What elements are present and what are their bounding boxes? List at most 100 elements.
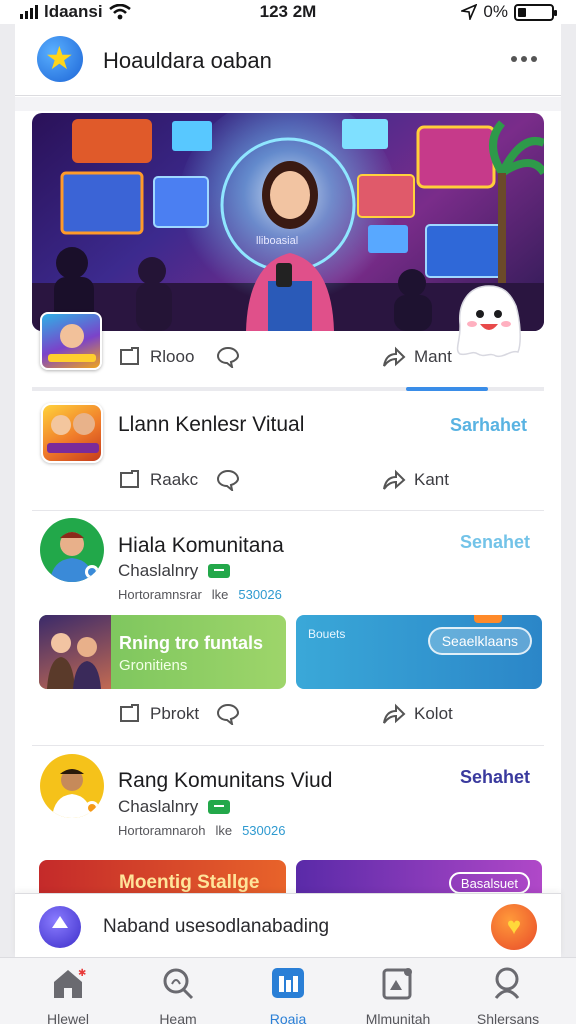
item-meta-mid: lke xyxy=(215,823,233,838)
location-arrow-icon xyxy=(461,4,478,20)
promo-title: Moentig Stallge xyxy=(119,872,260,893)
upload-icon[interactable] xyxy=(39,906,81,948)
item-bookmark-button[interactable]: Raakc xyxy=(118,469,198,491)
promo-title: Rning tro funtals xyxy=(119,633,263,653)
bookmark-icon xyxy=(120,470,139,488)
share-icon xyxy=(383,703,406,724)
search-chat-icon xyxy=(163,968,194,1000)
heart-icon[interactable]: ♥ xyxy=(491,904,537,950)
item-actions: Raakc Kant xyxy=(118,469,478,495)
comment-icon xyxy=(216,469,240,491)
item-share-label: Kant xyxy=(414,470,449,489)
share-icon xyxy=(383,469,406,490)
game-thumbnail[interactable] xyxy=(41,403,103,463)
nav-label: Roaia xyxy=(269,1011,307,1024)
hero-bookmark-button[interactable]: Rlooo xyxy=(118,346,194,368)
banner-action-label: Pbrokt xyxy=(150,704,200,723)
more-dots-icon[interactable] xyxy=(507,44,541,74)
hero-action-label: Rlooo xyxy=(150,347,195,366)
nav-search[interactable]: Heam xyxy=(128,966,228,1024)
home-icon: ✱ xyxy=(54,968,86,998)
item-title[interactable]: Hiala Komunitana xyxy=(118,534,284,558)
bookmark-icon xyxy=(120,704,139,722)
item-subtitle: Chaslalnry xyxy=(118,797,231,817)
nav-feed[interactable]: Roaia xyxy=(238,966,338,1024)
item-meta: Hortoramnsrar lke 530026 xyxy=(118,587,282,602)
comment-icon xyxy=(216,703,240,725)
header-gap xyxy=(15,97,561,111)
nav-label: Hlewel xyxy=(46,1011,89,1024)
nav-label: Shlersans xyxy=(476,1011,540,1024)
hero-share-label: Mant xyxy=(414,347,452,366)
hero-share-button[interactable]: Mant xyxy=(382,346,452,368)
avatar[interactable] xyxy=(40,754,104,818)
battery-icon xyxy=(514,3,557,21)
status-right: 0% xyxy=(461,2,557,22)
item-meta-left: Hortoramnsrar xyxy=(118,587,202,602)
banner-share-button[interactable]: Kolot xyxy=(382,703,453,725)
promo-banner-green[interactable]: Rning tro funtals Gronitiens xyxy=(39,615,286,689)
left-rail xyxy=(0,24,15,1024)
item-title[interactable]: Llann Kenlesr Vitual xyxy=(118,413,304,437)
composer-bar: Naband usesodlanabading ♥ xyxy=(15,893,561,957)
app-title: Hoauldara oaban xyxy=(103,48,272,73)
banner-actions: Pbrokt Kolot xyxy=(118,703,478,729)
item-meta-left: Hortoramnaroh xyxy=(118,823,206,838)
promo-photo xyxy=(39,615,111,689)
nav-profile[interactable]: Shlersans xyxy=(458,966,558,1024)
item-meta-mid: lke xyxy=(211,587,229,602)
promo-banner-blue[interactable]: Bouets Seaelklaans xyxy=(296,615,542,689)
divider xyxy=(32,745,544,746)
banner-bookmark-button[interactable]: Pbrokt xyxy=(118,703,199,725)
avatar[interactable] xyxy=(40,518,104,582)
app-logo[interactable]: ★ xyxy=(37,36,83,82)
hero-progress-fill xyxy=(405,387,488,391)
bookmark-icon xyxy=(120,347,139,365)
promo-button[interactable]: Basalsuet xyxy=(448,872,530,894)
composer-input[interactable]: Naband usesodlanabading xyxy=(103,916,329,938)
item-subtitle-text: Chaslalnry xyxy=(118,561,199,580)
promo-banner-purple[interactable]: Basalsuet xyxy=(296,860,542,894)
banner-tab xyxy=(474,615,502,623)
app-screen: ldaansi 123 2M 0% ★ Hoauldara oaban llib… xyxy=(0,0,576,1024)
promo-subtitle: Gronitiens xyxy=(119,657,188,674)
nav-label: Heam xyxy=(159,1011,197,1024)
item-meta-number: 530026 xyxy=(238,587,282,602)
item-action-label: Raakc xyxy=(150,470,199,489)
item-link[interactable]: Sarhahet xyxy=(450,415,527,436)
item-link[interactable]: Sehahet xyxy=(460,767,530,788)
svg-text:✱: ✱ xyxy=(78,968,86,979)
app-header: ★ Hoauldara oaban xyxy=(15,24,561,96)
item-meta-number: 530026 xyxy=(242,823,286,838)
feed-icon xyxy=(272,968,304,998)
banner-share-label: Kolot xyxy=(414,704,453,723)
chat-badge-icon xyxy=(208,800,231,814)
hero-progress-track xyxy=(32,387,544,391)
promo-banner-red[interactable]: Moentig Stallge xyxy=(39,860,286,894)
item-link[interactable]: Senahet xyxy=(460,532,530,553)
hero-comment-button[interactable] xyxy=(216,346,240,368)
banner-comment-button[interactable] xyxy=(216,703,240,725)
item-title[interactable]: Rang Komunitans Viud xyxy=(118,769,332,793)
community-icon xyxy=(382,968,412,1000)
star-icon: ★ xyxy=(45,40,74,76)
bottom-nav: ✱ Hlewel Heam Roaia Mlmunitah Shlersans xyxy=(0,957,576,1024)
item-comment-button[interactable] xyxy=(216,469,240,491)
status-bar: ldaansi 123 2M 0% xyxy=(0,0,576,24)
hero-caption: lliboasial xyxy=(256,235,299,247)
item-subtitle: Chaslalnry xyxy=(118,561,231,581)
item-share-button[interactable]: Kant xyxy=(382,469,449,491)
nav-label: Mlmunitah xyxy=(365,1011,431,1024)
promo-button[interactable]: Seaelklaans xyxy=(427,627,532,655)
comment-icon xyxy=(216,346,240,368)
hero-game-thumbnail[interactable] xyxy=(40,312,102,370)
promo-label: Bouets xyxy=(308,627,346,641)
divider xyxy=(32,510,544,511)
nav-community[interactable]: Mlmunitah xyxy=(348,966,448,1024)
share-icon xyxy=(383,346,406,367)
hero-actions: Rlooo Mant xyxy=(118,346,478,372)
item-meta: Hortoramnaroh lke 530026 xyxy=(118,823,285,838)
nav-home[interactable]: ✱ Hlewel xyxy=(18,966,118,1024)
chat-badge-icon xyxy=(208,564,231,578)
item-subtitle-text: Chaslalnry xyxy=(118,797,199,816)
